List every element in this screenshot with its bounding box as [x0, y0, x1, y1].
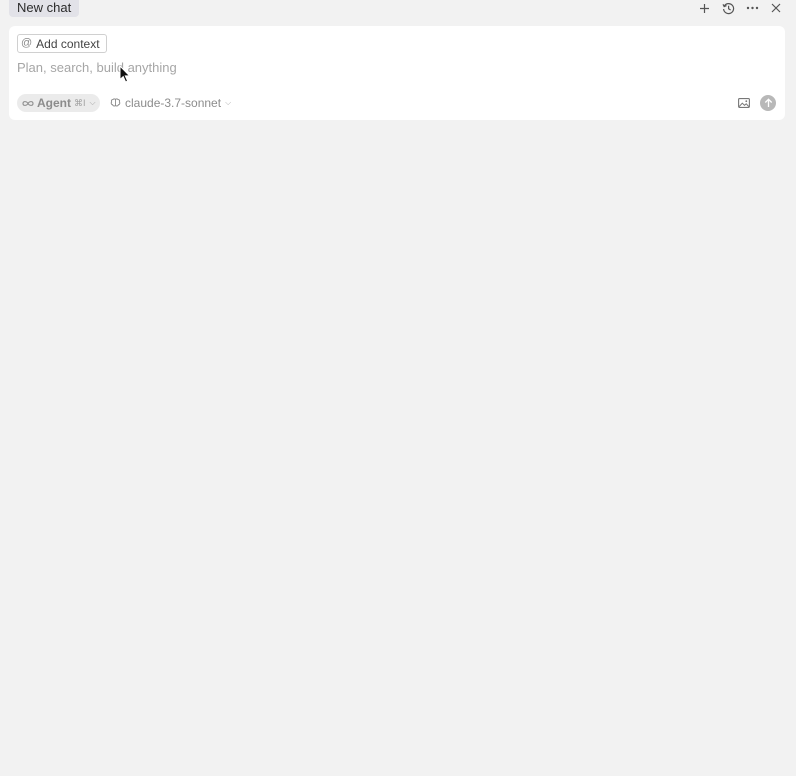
close-button[interactable] — [764, 0, 788, 16]
header-actions — [692, 0, 788, 16]
image-icon — [738, 98, 750, 108]
model-label: claude-3.7-sonnet — [125, 96, 222, 110]
attach-image-button[interactable] — [737, 96, 751, 110]
at-sign-icon: @ — [21, 37, 33, 49]
arrow-up-icon — [764, 98, 772, 107]
add-context-label: Add context — [36, 36, 100, 51]
more-options-button[interactable] — [740, 0, 764, 16]
mode-label: Agent — [37, 96, 71, 110]
more-horizontal-icon — [746, 6, 758, 10]
send-button[interactable] — [760, 95, 776, 111]
tab-new-chat[interactable]: New chat — [9, 0, 80, 17]
close-icon — [771, 3, 781, 13]
add-context-button[interactable]: @ Add context — [17, 34, 107, 53]
chat-composer: @ Add context Agent ⌘I ⌵ claude-3.7-sonn… — [9, 26, 785, 120]
plus-icon — [699, 3, 709, 13]
history-icon — [721, 2, 734, 14]
chevron-down-icon: ⌵ — [89, 98, 96, 107]
new-chat-button[interactable] — [692, 0, 716, 16]
model-selector[interactable]: claude-3.7-sonnet ⌵ — [110, 94, 231, 112]
mode-shortcut: ⌘I — [74, 97, 86, 108]
mode-selector[interactable]: Agent ⌘I ⌵ — [17, 94, 100, 112]
brain-icon — [110, 98, 121, 107]
history-button[interactable] — [716, 0, 740, 16]
chat-header: New chat — [0, 0, 796, 18]
prompt-input[interactable] — [17, 57, 717, 77]
infinity-icon — [22, 100, 34, 106]
chevron-down-icon: ⌵ — [225, 98, 232, 107]
